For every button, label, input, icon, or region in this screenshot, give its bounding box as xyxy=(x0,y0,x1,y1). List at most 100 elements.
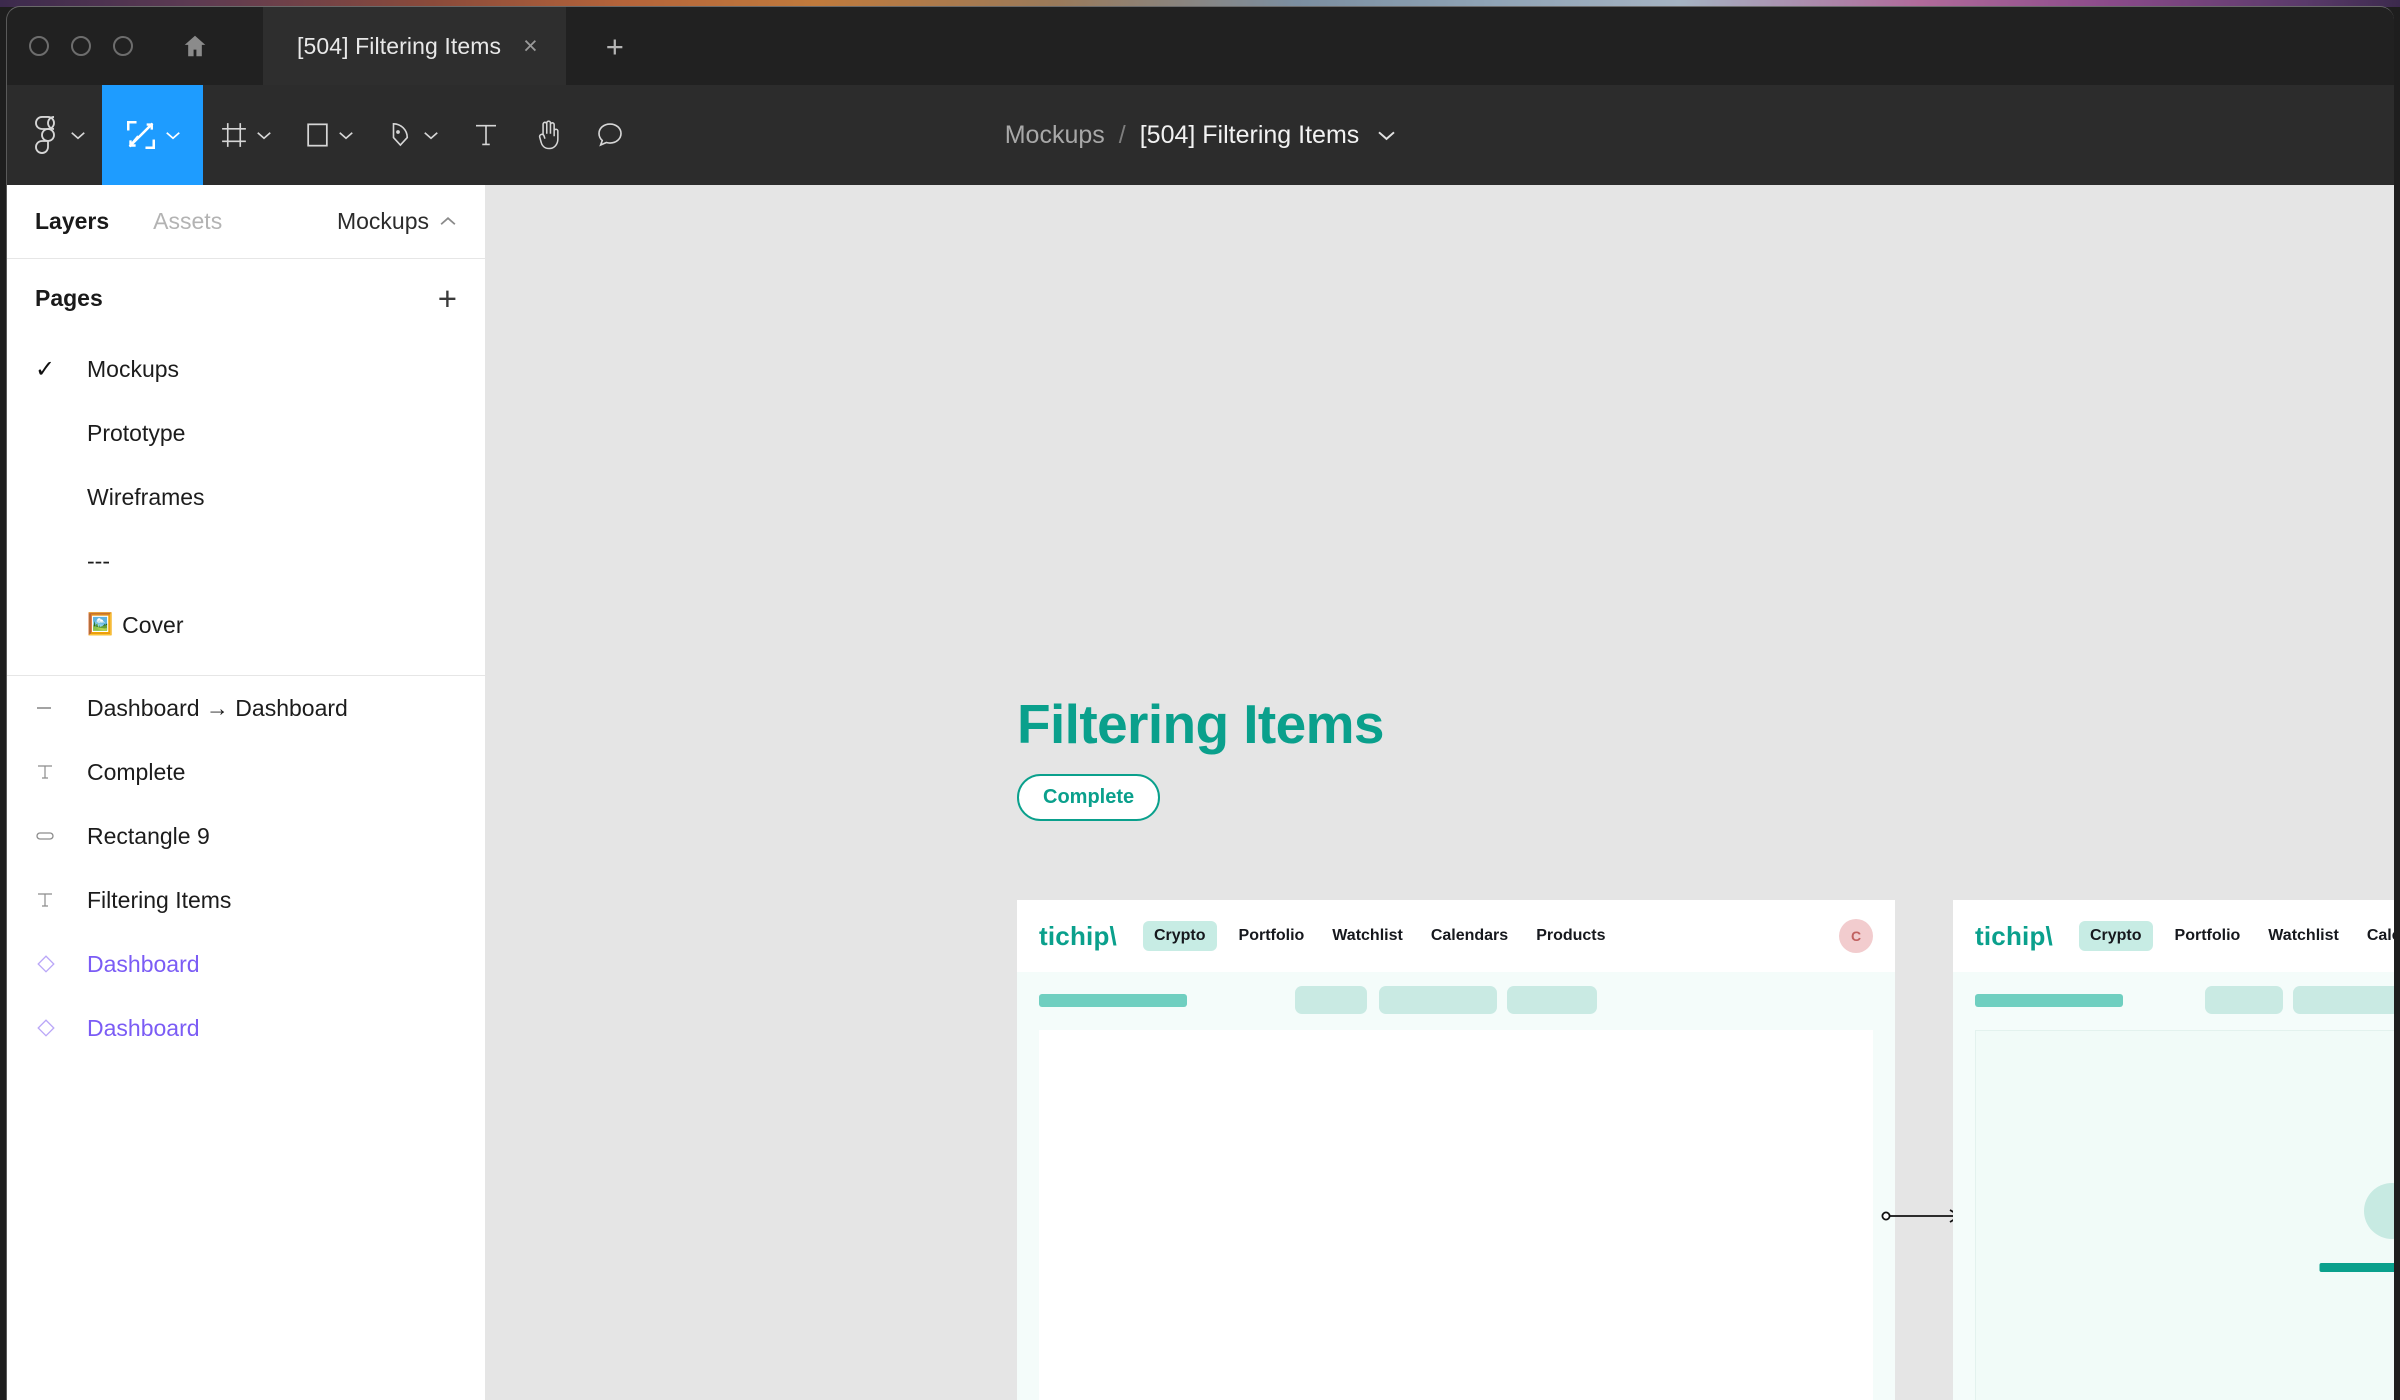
nav-link-portfolio[interactable]: Portfolio xyxy=(2175,927,2241,945)
layer-item-filtering-items[interactable]: Filtering Items xyxy=(7,868,485,932)
left-sidebar: Layers Assets Mockups Pages + ✓ Mockups xyxy=(7,185,485,1400)
home-button[interactable] xyxy=(175,26,215,66)
pages-label: Pages xyxy=(35,284,103,311)
tab-layers[interactable]: Layers xyxy=(35,208,109,235)
layer-label: Dashboard xyxy=(87,1014,200,1041)
figma-logo-icon xyxy=(35,116,55,154)
add-page-button[interactable]: + xyxy=(438,282,457,315)
chevron-down-icon xyxy=(257,132,271,140)
tool-pen[interactable] xyxy=(370,85,455,185)
layer-label: Dashboard → Dashboard xyxy=(87,694,348,721)
mockup-navbar: tichip\ Crypto Portfolio Watchlist Calen… xyxy=(1017,900,1895,972)
chevron-up-icon xyxy=(440,217,456,225)
page-selector-label: Mockups xyxy=(336,208,429,234)
pen-icon xyxy=(392,122,409,147)
layer-label: Complete xyxy=(87,758,186,785)
move-scale-icon xyxy=(127,121,155,149)
text-layer-icon xyxy=(35,890,87,910)
tool-frame[interactable] xyxy=(203,85,288,185)
nav-link-portfolio[interactable]: Portfolio xyxy=(1239,927,1305,945)
layer-item-complete[interactable]: Complete xyxy=(7,740,485,804)
chevron-down-icon xyxy=(71,132,85,140)
tab-bar: [504] Filtering Items × + xyxy=(7,7,2394,85)
tool-move-scale[interactable] xyxy=(102,85,203,185)
nav-link-calendars[interactable]: Calendars xyxy=(1431,927,1508,945)
nav-link-watchlist[interactable]: Watchlist xyxy=(1332,927,1403,945)
sidebar-tabs: Layers Assets Mockups xyxy=(7,185,485,259)
tab-assets[interactable]: Assets xyxy=(153,208,222,235)
avatar[interactable]: C xyxy=(1839,919,1873,953)
nav-link-crypto[interactable]: Crypto xyxy=(1142,921,1217,951)
page-label: Mockups xyxy=(87,355,180,382)
component-icon xyxy=(35,953,87,975)
rectangle-icon xyxy=(307,123,328,147)
status-badge: Complete xyxy=(1017,774,1161,821)
page-label: --- xyxy=(87,547,110,574)
filter-placeholder-1[interactable] xyxy=(2205,986,2283,1014)
tool-figma-menu[interactable] xyxy=(7,85,102,185)
page-item-cover[interactable]: 🖼️ Cover xyxy=(7,593,485,657)
tool-text[interactable] xyxy=(455,85,517,185)
filter-placeholder-3[interactable] xyxy=(1507,986,1597,1014)
breadcrumb-current[interactable]: [504] Filtering Items xyxy=(1140,121,1360,150)
frame-icon xyxy=(222,123,246,147)
mockup-content-panel xyxy=(1975,1030,2394,1400)
close-button[interactable] xyxy=(29,36,49,56)
rectangle-layer-icon xyxy=(35,829,87,843)
layer-item-dashboard-1[interactable]: Dashboard xyxy=(7,932,485,996)
breadcrumb-parent[interactable]: Mockups xyxy=(1005,121,1105,150)
close-icon[interactable]: × xyxy=(517,32,544,61)
mockup-frame-dashboard-2[interactable]: tichip\ Crypto Portfolio Watchlist Calen… xyxy=(1953,900,2394,1400)
tool-hand[interactable] xyxy=(517,85,579,185)
check-icon: ✓ xyxy=(35,355,56,383)
layer-item-dashboard-2[interactable]: Dashboard xyxy=(7,996,485,1060)
nav-link-calendars[interactable]: Calendars xyxy=(2367,927,2394,945)
canvas[interactable]: Filtering Items Complete tichip\ Crypto … xyxy=(485,185,2394,1400)
comment-icon xyxy=(598,123,622,147)
mockup-frame-dashboard-1[interactable]: tichip\ Crypto Portfolio Watchlist Calen… xyxy=(1017,900,1895,1400)
text-icon xyxy=(476,124,496,146)
filter-placeholder-2[interactable] xyxy=(2293,986,2394,1014)
nav-link-crypto[interactable]: Crypto xyxy=(2078,921,2153,951)
maximize-button[interactable] xyxy=(113,36,133,56)
chevron-down-icon[interactable] xyxy=(1377,129,1396,141)
breadcrumb-separator: / xyxy=(1118,120,1126,149)
brand-logo: tichip\ xyxy=(1039,920,1117,951)
mockup-filter-strip xyxy=(1017,972,1895,1032)
pages-header: Pages + xyxy=(7,259,485,337)
chevron-down-icon xyxy=(339,132,353,140)
toolbar: Mockups / [504] Filtering Items xyxy=(7,85,2394,185)
nav-link-watchlist[interactable]: Watchlist xyxy=(2268,927,2339,945)
window-controls xyxy=(7,36,133,56)
file-tab[interactable]: [504] Filtering Items × xyxy=(263,7,566,85)
new-tab-button[interactable]: + xyxy=(594,27,636,66)
nav-link-products[interactable]: Products xyxy=(1536,927,1605,945)
tool-shape[interactable] xyxy=(288,85,370,185)
hand-icon xyxy=(538,120,559,150)
layer-item-rectangle-9[interactable]: Rectangle 9 xyxy=(7,804,485,868)
mockup-filter-strip xyxy=(1953,972,2394,1032)
section-title-bar xyxy=(1975,994,2123,1007)
empty-state-bar xyxy=(2319,1263,2394,1272)
minimize-button[interactable] xyxy=(71,36,91,56)
page-item-wireframes[interactable]: Wireframes xyxy=(7,465,485,529)
page-selector[interactable]: Mockups xyxy=(337,208,457,235)
layer-item-connector[interactable]: Dashboard → Dashboard xyxy=(7,676,485,740)
mockup-content-panel xyxy=(1039,1030,1873,1400)
mockup-navbar: tichip\ Crypto Portfolio Watchlist Calen… xyxy=(1953,900,2394,972)
image-emoji-icon: 🖼️ xyxy=(87,613,114,636)
tab-title: [504] Filtering Items xyxy=(297,32,502,59)
section-title-bar xyxy=(1039,994,1187,1007)
tool-comment[interactable] xyxy=(579,85,641,185)
page-item-mockups[interactable]: ✓ Mockups xyxy=(7,337,485,401)
app-body: Layers Assets Mockups Pages + ✓ Mockups xyxy=(7,185,2394,1400)
layer-label: Rectangle 9 xyxy=(87,822,210,849)
text-layer-icon xyxy=(35,762,87,782)
empty-state-circle-icon xyxy=(2364,1183,2394,1239)
filter-placeholder-2[interactable] xyxy=(1379,986,1497,1014)
page-label: Prototype xyxy=(87,419,186,446)
layer-label: Dashboard xyxy=(87,950,200,977)
filter-placeholder-1[interactable] xyxy=(1295,986,1367,1014)
page-item-prototype[interactable]: Prototype xyxy=(7,401,485,465)
page-item-divider[interactable]: --- xyxy=(7,529,485,593)
